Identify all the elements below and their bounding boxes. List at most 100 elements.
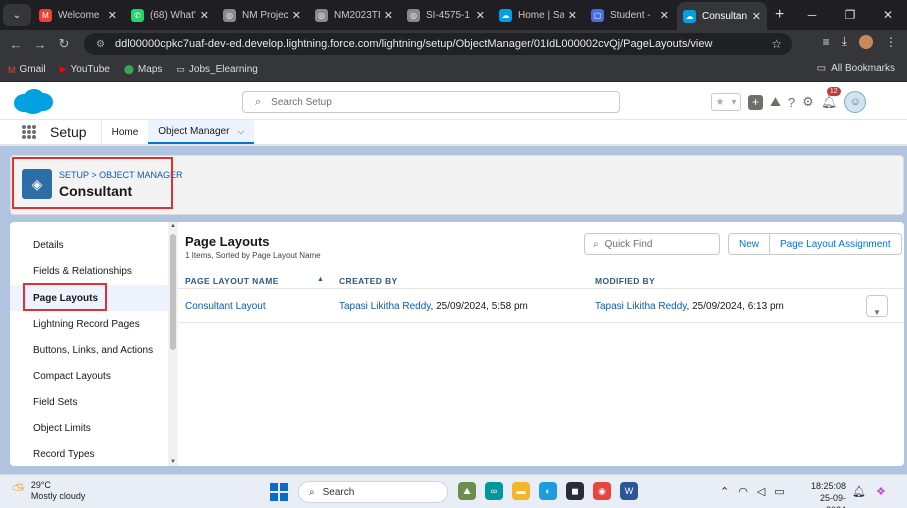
new-button[interactable]: New	[728, 233, 771, 255]
close-icon[interactable]: ✕	[568, 9, 577, 22]
bookmark-gmail[interactable]: M Gmail	[8, 64, 46, 75]
sidebar-item-buttons-links-actions[interactable]: Buttons, Links, and Actions	[10, 337, 168, 363]
user-avatar[interactable]: ☺	[844, 91, 867, 113]
copilot-icon[interactable]: ❖	[876, 485, 886, 498]
global-actions-icon[interactable]: +	[748, 94, 763, 110]
page-layouts-panel: Page Layouts 1 Items, Sorted by Page Lay…	[178, 222, 904, 466]
column-header-modified-by[interactable]: MODIFIED BY	[595, 276, 655, 286]
bookmark-maps[interactable]: ⬤ Maps	[124, 64, 163, 75]
scrollbar-thumb[interactable]	[170, 234, 176, 350]
quick-find-input[interactable]: ⌕ Quick Find	[584, 233, 720, 255]
restore-icon[interactable]: ❐	[831, 8, 869, 22]
app-launcher-icon[interactable]	[22, 125, 36, 139]
file-explorer-icon[interactable]: ▬	[512, 482, 530, 500]
reload-icon[interactable]: ↻	[52, 36, 76, 52]
help-icon[interactable]: ?	[788, 95, 795, 110]
browser-tab[interactable]: ◎ NM2023TI ✕	[309, 3, 399, 27]
wifi-icon[interactable]: ◠	[738, 485, 748, 498]
sidebar-scrollbar[interactable]: ▲ ▼	[168, 222, 178, 466]
close-icon[interactable]: ✕	[752, 10, 761, 23]
browser-tab[interactable]: ◎ NM Projec ✕	[217, 3, 307, 27]
column-header-created-by[interactable]: CREATED BY	[339, 276, 398, 286]
bookmark-jobs-elearning[interactable]: ▭ Jobs_Elearning	[176, 64, 257, 75]
chevron-up-icon[interactable]: ⌃	[720, 485, 729, 498]
column-header-page-layout-name[interactable]: PAGE LAYOUT NAME	[185, 276, 279, 286]
folder-icon: ▭	[816, 63, 827, 74]
arduino-icon[interactable]: ∞	[485, 482, 503, 500]
app-icon[interactable]: ◼	[566, 482, 584, 500]
browser-tab[interactable]: ✆ (68) What's ✕	[125, 3, 215, 27]
tab-title: Welcome	[58, 9, 100, 21]
minimize-icon[interactable]: ─	[793, 8, 831, 22]
notifications-button[interactable]: 🔔︎ 12	[821, 87, 841, 110]
browser-tab[interactable]: ☁ Home | Sa ✕	[493, 3, 583, 27]
globe-icon: ◎	[407, 8, 420, 22]
all-bookmarks[interactable]: ▭ All Bookmarks	[817, 63, 895, 74]
modified-by-user-link[interactable]: Tapasi Likitha Reddy	[595, 301, 687, 312]
more-menu-icon[interactable]: ⋮	[885, 35, 897, 49]
close-icon[interactable]: ✕	[476, 9, 485, 22]
browser-tab[interactable]: ▢ Student - ✕	[585, 3, 675, 27]
edge-icon[interactable]: ◐	[539, 482, 557, 500]
bell-icon[interactable]: 🔔︎	[852, 485, 866, 498]
bookmark-label: Gmail	[19, 64, 46, 75]
close-icon[interactable]: ✕	[108, 9, 117, 22]
setup-search-input[interactable]: ⌕ Search Setup	[242, 91, 620, 113]
url-bar[interactable]: ⚙ ddl00000cpkc7uaf-dev-ed.develop.lightn…	[84, 33, 792, 55]
tab-search-button[interactable]: ⌄	[3, 4, 31, 26]
profile-avatar[interactable]	[859, 34, 873, 49]
scroll-down-icon[interactable]: ▼	[170, 459, 176, 465]
taskbar-search[interactable]: ⌕ Search	[298, 481, 448, 503]
page-layout-assignment-button[interactable]: Page Layout Assignment	[770, 233, 902, 255]
modified-by-cell: Tapasi Likitha Reddy, 25/09/2024, 6:13 p…	[595, 301, 784, 312]
close-icon[interactable]: ✕	[384, 9, 393, 22]
chrome-icon[interactable]: ◉	[593, 482, 611, 500]
windows-start-icon[interactable]	[270, 483, 288, 501]
weather-widget[interactable]: ⛅︎ 29°C Mostly cloudy	[12, 480, 85, 502]
landscape-app-icon[interactable]: ⛰	[458, 482, 476, 500]
word-icon[interactable]: W	[620, 482, 638, 500]
close-icon[interactable]: ✕	[292, 9, 301, 22]
globe-icon: ◎	[315, 8, 328, 22]
sidebar-item-field-sets[interactable]: Field Sets	[10, 389, 168, 415]
sidebar-item-compact-layouts[interactable]: Compact Layouts	[10, 363, 168, 389]
sort-ascending-icon[interactable]: ▲	[317, 276, 324, 283]
sidebar-item-record-types[interactable]: Record Types	[10, 441, 168, 466]
sidebar-item-object-limits[interactable]: Object Limits	[10, 415, 168, 441]
nav-item-object-manager[interactable]: Object Manager ⌵	[148, 120, 255, 144]
app-name: Setup	[50, 124, 87, 140]
media-icon[interactable]: ≡	[823, 35, 830, 49]
gear-icon[interactable]: ⚙	[802, 94, 814, 110]
site-info-icon[interactable]: ⚙	[96, 39, 105, 50]
trailhead-icon[interactable]: ⛰	[770, 94, 781, 110]
close-window-icon[interactable]: ✕	[869, 8, 907, 22]
volume-icon[interactable]: ◁	[757, 485, 765, 498]
close-icon[interactable]: ✕	[660, 9, 669, 22]
row-actions-button[interactable]: ▼	[866, 295, 888, 317]
browser-tab[interactable]: M Welcome ✕	[33, 3, 123, 27]
new-tab-button[interactable]: +	[775, 6, 784, 24]
browser-tab[interactable]: ◎ SI-4575-1 ✕	[401, 3, 491, 27]
system-tray: ⌃ ◠ ◁ ▭	[720, 485, 785, 498]
favorites-button[interactable]: ★ ▾	[711, 93, 741, 111]
sidebar-item-fields-relationships[interactable]: Fields & Relationships	[10, 258, 168, 284]
scroll-up-icon[interactable]: ▲	[170, 223, 176, 229]
whatsapp-icon: ✆	[131, 8, 144, 22]
sidebar-item-details[interactable]: Details	[10, 232, 168, 258]
download-icon[interactable]: ⤓	[842, 34, 847, 49]
sidebar-item-label: Buttons, Links, and Actions	[33, 344, 154, 356]
bookmark-youtube[interactable]: ▶ YouTube	[60, 64, 110, 75]
chevron-down-icon[interactable]: ⌵	[237, 126, 244, 137]
system-clock[interactable]: 18:25:08 25-09-2024	[800, 480, 846, 508]
browser-tab-active[interactable]: ☁ Consultan ✕	[677, 2, 767, 30]
back-icon[interactable]: ←	[4, 37, 28, 52]
salesforce-logo[interactable]	[12, 87, 54, 115]
close-icon[interactable]: ✕	[200, 9, 209, 22]
battery-icon[interactable]: ▭	[774, 485, 784, 498]
star-icon[interactable]: ☆	[771, 37, 782, 51]
nav-item-home[interactable]: Home	[102, 120, 149, 144]
layout-name-link[interactable]: Consultant Layout	[185, 301, 266, 312]
sidebar-item-lightning-record-pages[interactable]: Lightning Record Pages	[10, 311, 168, 337]
created-by-user-link[interactable]: Tapasi Likitha Reddy	[339, 301, 431, 312]
forward-icon[interactable]: →	[28, 37, 52, 52]
